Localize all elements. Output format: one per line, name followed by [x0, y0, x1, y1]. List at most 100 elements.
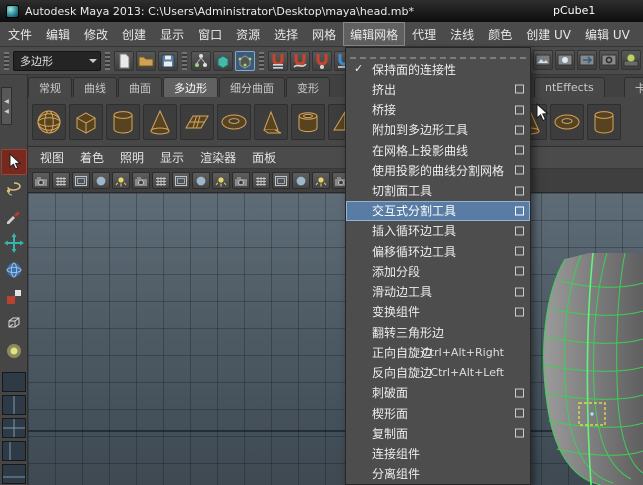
poly-cube-icon[interactable]	[69, 103, 103, 140]
wireframe-mode-icon[interactable]	[312, 172, 330, 189]
persp-outliner-layout-button[interactable]	[1, 441, 26, 461]
panel-menu-4[interactable]: 渲染器	[192, 149, 244, 166]
lock-camera-icon[interactable]	[52, 172, 70, 189]
menubar-item-5[interactable]: 窗口	[191, 22, 229, 46]
menubar-item-14[interactable]: 编辑 UV	[578, 22, 637, 46]
menubar-item-6[interactable]: 资源	[229, 22, 267, 46]
shelf-collapse-button[interactable]: ◀ ◀	[1, 87, 12, 125]
menubar-item-13[interactable]: 创建 UV	[519, 22, 578, 46]
open-scene-button[interactable]	[136, 50, 156, 71]
edit-mesh-menu-item-13[interactable]: 翻转三角形边	[346, 322, 530, 342]
soft-mod-tool[interactable]	[1, 338, 27, 364]
poly-cylinder-icon[interactable]	[106, 103, 140, 140]
poly-pipe-icon[interactable]	[291, 103, 325, 140]
menubar-item-1[interactable]: 编辑	[39, 22, 77, 46]
option-box[interactable]	[515, 428, 524, 438]
camera-attributes-icon[interactable]	[72, 172, 90, 189]
two-pane-vertical-layout-button[interactable]	[1, 395, 26, 415]
menubar-item-11[interactable]: 法线	[443, 22, 481, 46]
shelf-tab-right-0[interactable]: ntEffects	[534, 77, 605, 97]
snap-grid-button[interactable]	[268, 50, 288, 71]
gate-mask-icon[interactable]	[232, 172, 250, 189]
menu-set-dropdown[interactable]: 多边形	[13, 50, 101, 71]
menubar-item-0[interactable]: 文件	[1, 22, 39, 46]
universal-manipulator-tool[interactable]	[1, 311, 27, 337]
select-hierarchy-button[interactable]	[191, 50, 211, 71]
menubar-item-8[interactable]: 网格	[305, 22, 343, 46]
edit-mesh-menu-item-0[interactable]: 保持面的连接性 ✓	[346, 59, 530, 79]
select-tool[interactable]	[0, 149, 27, 175]
persp-graph-layout-button[interactable]	[1, 464, 26, 484]
option-box[interactable]	[515, 206, 524, 216]
edit-mesh-menu-item-5[interactable]: 使用投影的曲线分割网格	[346, 160, 530, 180]
shelf-tab-4[interactable]: 细分曲面	[219, 77, 285, 97]
panel-menu-2[interactable]: 照明	[112, 149, 152, 166]
edit-mesh-menu-item-15[interactable]: 反向自旋边 Ctrl+Alt+Left	[346, 363, 530, 383]
edit-mesh-menu-item-20[interactable]: 分离组件	[346, 464, 530, 484]
lasso-tool[interactable]	[1, 176, 27, 202]
section-grip[interactable]	[182, 51, 187, 70]
edit-mesh-menu-item-19[interactable]: 连接组件	[346, 443, 530, 463]
panel-menu-5[interactable]: 面板	[244, 149, 284, 166]
poly-cylinder-icon[interactable]	[587, 103, 621, 140]
rotate-tool[interactable]	[1, 257, 27, 283]
grease-pencil-icon[interactable]	[152, 172, 170, 189]
render-current-frame-button[interactable]	[555, 50, 575, 70]
menubar-item-2[interactable]: 修改	[77, 22, 115, 46]
edit-mesh-menu-item-1[interactable]: 挤出	[346, 79, 530, 99]
option-box[interactable]	[515, 266, 524, 276]
edit-mesh-menu-item-6[interactable]: 切割面工具	[346, 180, 530, 200]
viewport[interactable]	[28, 193, 643, 485]
two-d-pan-zoom-icon[interactable]	[132, 172, 150, 189]
poly-plane-icon[interactable]	[180, 103, 214, 140]
edit-mesh-menu-item-3[interactable]: 附加到多边形工具	[346, 120, 530, 140]
shelf-tab-2[interactable]: 曲面	[118, 77, 162, 97]
menubar-item-3[interactable]: 创建	[115, 22, 153, 46]
new-scene-button[interactable]	[114, 50, 134, 71]
select-camera-icon[interactable]	[32, 172, 50, 189]
shelf-tab-right-1[interactable]: 卡通	[624, 77, 643, 97]
menubar-item-10[interactable]: 代理	[405, 22, 443, 46]
shelf-tab-3[interactable]: 多边形	[163, 77, 218, 97]
snap-point-button[interactable]	[312, 50, 332, 71]
shelf-tab-5[interactable]: 变形	[286, 77, 330, 97]
render-settings-button[interactable]	[599, 50, 619, 70]
ipr-render-button[interactable]	[577, 50, 597, 70]
edit-mesh-menu-item-8[interactable]: 插入循环边工具	[346, 221, 530, 241]
shelf-tab-0[interactable]: 常规	[28, 77, 72, 97]
field-chart-icon[interactable]	[252, 172, 270, 189]
edit-mesh-menu-item-17[interactable]: 楔形面	[346, 403, 530, 423]
scale-tool[interactable]	[1, 284, 27, 310]
option-box[interactable]	[515, 246, 524, 256]
edit-mesh-menu-item-12[interactable]: 变换组件	[346, 302, 530, 322]
option-box[interactable]	[515, 84, 524, 94]
resolution-gate-icon[interactable]	[212, 172, 230, 189]
panel-menu-0[interactable]: 视图	[32, 149, 72, 166]
menu-tearoff-handle[interactable]	[350, 50, 526, 59]
option-box[interactable]	[515, 307, 524, 317]
menubar-item-4[interactable]: 显示	[153, 22, 191, 46]
menubar-item-12[interactable]: 颜色	[481, 22, 519, 46]
move-tool[interactable]	[1, 230, 27, 256]
panel-menu-1[interactable]: 着色	[72, 149, 112, 166]
edit-mesh-menu-item-10[interactable]: 添加分段	[346, 261, 530, 281]
option-box[interactable]	[515, 165, 524, 175]
four-pane-layout-button[interactable]	[1, 418, 26, 438]
edit-mesh-menu-item-16[interactable]: 刺破面	[346, 383, 530, 403]
edit-mesh-menu-item-11[interactable]: 滑动边工具	[346, 282, 530, 302]
option-box[interactable]	[515, 145, 524, 155]
save-scene-button[interactable]	[158, 50, 178, 71]
section-grip[interactable]	[105, 51, 110, 70]
edit-mesh-menu-item-14[interactable]: 正向自旋边 Ctrl+Alt+Right	[346, 342, 530, 362]
edit-mesh-menu-item-18[interactable]: 复制面	[346, 423, 530, 443]
section-grip[interactable]	[4, 51, 9, 70]
render-view-button[interactable]	[533, 50, 553, 70]
edit-mesh-menu-item-7[interactable]: 交互式分割工具	[346, 200, 530, 221]
snap-curve-button[interactable]	[290, 50, 310, 71]
image-plane-icon[interactable]	[112, 172, 130, 189]
option-box[interactable]	[515, 226, 524, 236]
option-box[interactable]	[515, 125, 524, 135]
option-box[interactable]	[515, 186, 524, 196]
bookmarks-icon[interactable]	[92, 172, 110, 189]
edit-mesh-menu-item-4[interactable]: 在网格上投影曲线	[346, 140, 530, 160]
